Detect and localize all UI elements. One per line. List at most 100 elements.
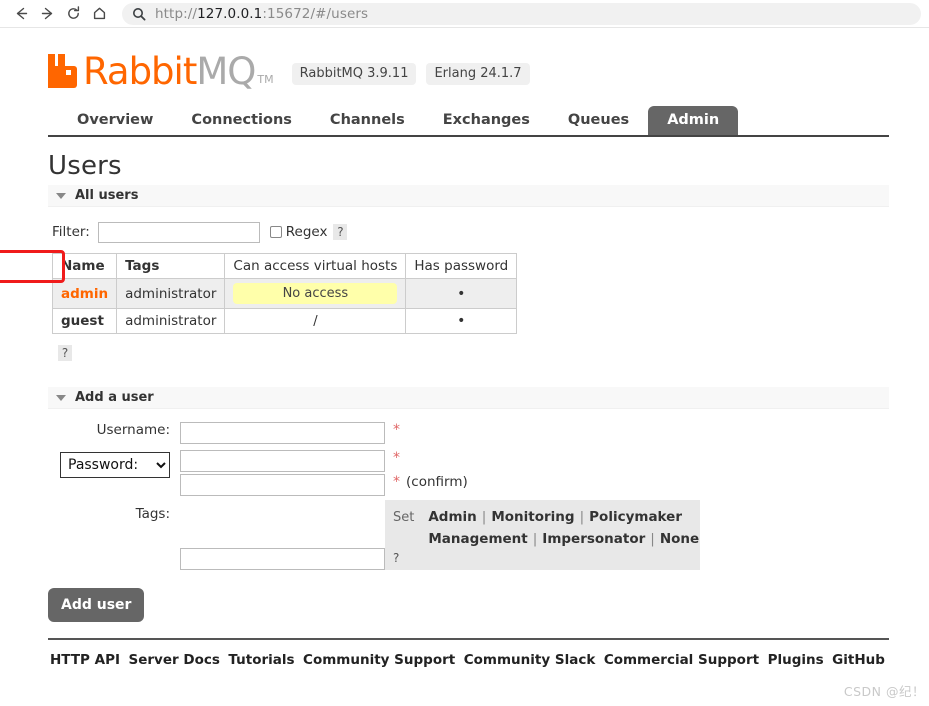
footer-link-community-slack[interactable]: Community Slack bbox=[464, 652, 596, 668]
footer-links: HTTP API Server Docs Tutorials Community… bbox=[48, 638, 889, 668]
footer-link-commercial-support[interactable]: Commercial Support bbox=[604, 652, 759, 668]
cell-user-tags: administrator bbox=[116, 278, 226, 309]
brand-name-second: MQ bbox=[196, 50, 256, 93]
users-table: Name Tags Can access virtual hosts Has p… bbox=[51, 253, 518, 334]
tags-links-row-2: Management | Impersonator | None bbox=[428, 531, 700, 547]
footer-link-http-api[interactable]: HTTP API bbox=[50, 652, 120, 668]
cell-user-name[interactable]: guest bbox=[51, 308, 118, 334]
password-required-cell: * * (confirm) bbox=[385, 444, 700, 496]
column-header-vhosts[interactable]: Can access virtual hosts bbox=[224, 253, 407, 279]
footer-link-plugins[interactable]: Plugins bbox=[768, 652, 824, 668]
add-user-section: Add a user Username: * Password: Passwor… bbox=[48, 387, 889, 622]
rabbitmq-logo-icon bbox=[48, 54, 80, 88]
password-fields-cell bbox=[180, 444, 385, 496]
password-confirm-input[interactable] bbox=[180, 474, 385, 496]
cell-user-vhosts: / bbox=[224, 308, 407, 334]
tags-label: Tags: bbox=[135, 506, 170, 522]
tag-link-policymaker[interactable]: Policymaker bbox=[589, 509, 682, 525]
tab-connections[interactable]: Connections bbox=[172, 106, 311, 135]
column-header-name[interactable]: Name bbox=[51, 253, 118, 279]
section-header-add-user[interactable]: Add a user bbox=[48, 387, 889, 409]
password-input[interactable] bbox=[180, 450, 385, 472]
user-link-admin[interactable]: admin bbox=[61, 286, 108, 302]
watermark: CSDN @纪！ bbox=[843, 684, 925, 699]
form-row-tags: Tags: Set Admin|Monitoring|Policymaker S… bbox=[48, 496, 700, 570]
add-user-button[interactable]: Add user bbox=[48, 588, 145, 622]
cell-user-vhosts: No access bbox=[224, 278, 407, 309]
erlang-version-badge: Erlang 24.1.7 bbox=[426, 63, 530, 85]
tags-preset-row-1: Set Admin | Monitoring | Policymaker bbox=[393, 506, 690, 528]
cell-user-has-password: • bbox=[405, 278, 518, 309]
section-label-all-users: All users bbox=[75, 188, 139, 203]
section-header-all-users[interactable]: All users bbox=[48, 185, 889, 207]
reload-icon bbox=[65, 5, 82, 22]
tag-link-management[interactable]: Management bbox=[428, 531, 527, 547]
back-button[interactable] bbox=[8, 2, 34, 26]
back-arrow-icon bbox=[13, 5, 30, 22]
url-host: 127.0.0.1 bbox=[197, 5, 263, 22]
tag-link-none[interactable]: None bbox=[660, 531, 699, 547]
version-badges: RabbitMQ 3.9.11 Erlang 24.1.7 bbox=[291, 63, 530, 85]
rabbitmq-version-badge: RabbitMQ 3.9.11 bbox=[291, 63, 417, 85]
has-password-dot-icon: • bbox=[457, 285, 466, 302]
table-row: admin administrator No access • bbox=[51, 278, 518, 309]
tags-help-icon[interactable]: ? bbox=[393, 550, 399, 566]
users-table-help-icon[interactable]: ? bbox=[58, 345, 72, 361]
column-header-has-password[interactable]: Has password bbox=[405, 253, 518, 279]
footer-link-community-support[interactable]: Community Support bbox=[303, 652, 455, 668]
required-asterisk: * bbox=[393, 450, 400, 466]
brand-header: RabbitMQ TM RabbitMQ 3.9.11 Erlang 24.1.… bbox=[48, 28, 889, 90]
tags-input[interactable] bbox=[180, 548, 385, 570]
tags-help-row: ? bbox=[393, 550, 690, 566]
footer-link-github[interactable]: GitHub bbox=[832, 652, 885, 668]
page-content: RabbitMQ TM RabbitMQ 3.9.11 Erlang 24.1.… bbox=[0, 28, 929, 706]
tag-link-monitoring[interactable]: Monitoring bbox=[491, 509, 574, 525]
brand-wordmark[interactable]: RabbitMQ bbox=[83, 53, 256, 90]
reload-button[interactable] bbox=[60, 2, 86, 26]
home-button[interactable] bbox=[86, 2, 112, 26]
tags-preset-row-2: Set Management|Impersonator|None bbox=[393, 528, 699, 550]
required-asterisk: * bbox=[393, 422, 400, 438]
filter-input[interactable] bbox=[97, 221, 260, 243]
cell-user-tags: administrator bbox=[116, 308, 226, 334]
regex-checkbox[interactable] bbox=[269, 226, 282, 238]
add-user-form: Username: * Password: Password hash: bbox=[48, 422, 700, 570]
tab-channels[interactable]: Channels bbox=[311, 106, 424, 135]
no-access-badge: No access bbox=[233, 283, 398, 304]
has-password-dot-icon: • bbox=[457, 313, 466, 329]
tags-field-cell bbox=[180, 496, 385, 570]
page-title: Users bbox=[48, 151, 122, 181]
table-help-row: ? bbox=[52, 342, 889, 361]
brand-name-first: Rabbit bbox=[83, 50, 197, 93]
cell-user-name: admin bbox=[51, 278, 118, 309]
tab-admin[interactable]: Admin bbox=[648, 106, 739, 135]
tab-overview[interactable]: Overview bbox=[58, 106, 172, 135]
cell-user-has-password: • bbox=[405, 308, 518, 334]
tags-preset-panel: Set Admin|Monitoring|Policymaker Set Man… bbox=[385, 500, 700, 570]
footer-link-server-docs[interactable]: Server Docs bbox=[129, 652, 220, 668]
collapse-triangle-icon bbox=[56, 394, 66, 401]
tab-exchanges[interactable]: Exchanges bbox=[424, 106, 549, 135]
username-input[interactable] bbox=[180, 422, 385, 444]
password-type-cell: Password: Password hash: bbox=[48, 444, 180, 496]
form-row-password: Password: Password hash: * * (confirm) bbox=[48, 444, 700, 496]
url-scheme: http:// bbox=[155, 5, 198, 22]
username-label: Username: bbox=[96, 422, 170, 438]
tab-queues[interactable]: Queues bbox=[549, 106, 648, 135]
forward-button[interactable] bbox=[34, 2, 60, 26]
filter-help-icon[interactable]: ? bbox=[333, 224, 348, 240]
footer-link-tutorials[interactable]: Tutorials bbox=[228, 652, 294, 668]
password-type-select[interactable]: Password: Password hash: bbox=[60, 452, 170, 478]
tags-links-row-1: Admin | Monitoring | Policymaker bbox=[428, 509, 682, 525]
tags-set-label: Set bbox=[393, 510, 415, 525]
address-bar-url: http://127.0.0.1:15672/#/users bbox=[155, 6, 368, 22]
tag-link-impersonator[interactable]: Impersonator bbox=[542, 531, 645, 547]
address-bar[interactable]: http://127.0.0.1:15672/#/users bbox=[122, 2, 921, 25]
username-required-cell: * bbox=[385, 422, 700, 444]
tag-link-admin[interactable]: Admin bbox=[428, 509, 476, 525]
section-label-add-user: Add a user bbox=[75, 390, 154, 405]
table-header-row: Name Tags Can access virtual hosts Has p… bbox=[51, 253, 518, 279]
tags-presets-cell: Set Admin|Monitoring|Policymaker Set Man… bbox=[385, 496, 700, 570]
form-row-username: Username: * bbox=[48, 422, 700, 444]
column-header-tags[interactable]: Tags bbox=[116, 253, 226, 279]
